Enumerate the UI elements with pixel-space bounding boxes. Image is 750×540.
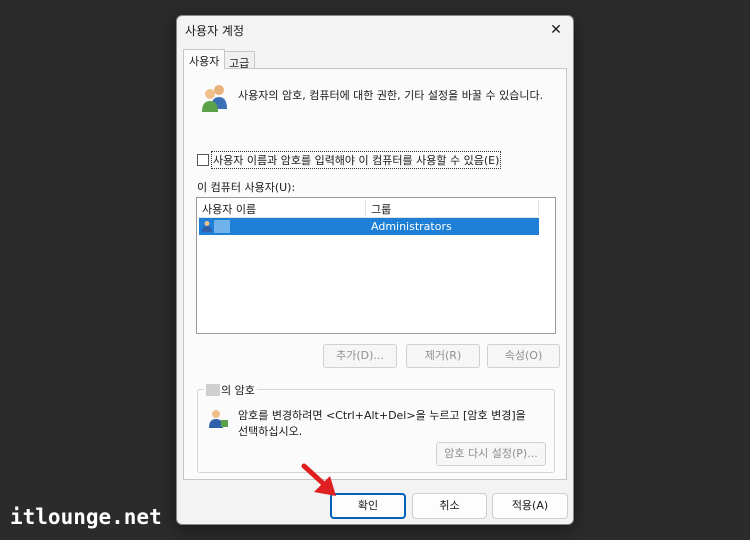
redacted-username <box>214 220 230 233</box>
password-groupbox: 의 암호 암호를 변경하려면 <Ctrl+Alt+Del>을 누르고 [암호 변… <box>197 382 555 473</box>
properties-button[interactable]: 속성(O) <box>487 344 560 368</box>
require-login-checkbox[interactable] <box>197 154 209 166</box>
user-password-icon <box>209 410 228 428</box>
users-listview[interactable]: 사용자 이름 그룹 Administrators <box>196 197 556 334</box>
close-icon[interactable]: ✕ <box>545 19 567 41</box>
reset-password-button[interactable]: 암호 다시 설정(P)... <box>436 442 546 466</box>
users-icon <box>202 85 227 112</box>
title-bar: 사용자 계정 ✕ <box>177 16 573 44</box>
require-login-row[interactable]: 사용자 이름과 암호를 입력해야 이 컴퓨터를 사용할 수 있음(E) <box>197 151 502 169</box>
tab-advanced[interactable]: 고급 <box>223 51 256 70</box>
column-divider[interactable] <box>538 200 539 216</box>
password-group-legend: 의 암호 <box>204 382 257 398</box>
apply-button[interactable]: 적용(A) <box>492 493 568 519</box>
user-icon <box>202 221 212 232</box>
column-divider[interactable] <box>365 200 366 216</box>
user-accounts-dialog: 사용자 계정 ✕ 사용자 고급 사용자의 암호, 컴퓨터에 대한 권한, 기타 … <box>176 15 574 525</box>
add-user-button[interactable]: 추가(D)... <box>323 344 397 368</box>
redacted-username-legend <box>206 384 220 396</box>
red-arrow-icon <box>301 463 336 496</box>
column-header-username[interactable]: 사용자 이름 <box>202 201 256 217</box>
watermark: itlounge.net <box>10 505 162 529</box>
require-login-label[interactable]: 사용자 이름과 암호를 입력해야 이 컴퓨터를 사용할 수 있음(E) <box>211 151 502 169</box>
column-header-group[interactable]: 그룹 <box>371 201 391 217</box>
cancel-button[interactable]: 취소 <box>412 493 487 519</box>
description-text: 사용자의 암호, 컴퓨터에 대한 권한, 기타 설정을 바꿀 수 있습니다. <box>238 89 544 102</box>
dialog-title: 사용자 계정 <box>185 24 245 38</box>
ok-button[interactable]: 확인 <box>330 493 406 519</box>
password-instructions: 암호를 변경하려면 <Ctrl+Alt+Del>을 누르고 [암호 변경]을 선… <box>238 409 526 438</box>
remove-user-button[interactable]: 제거(R) <box>406 344 480 368</box>
user-group-cell: Administrators <box>371 220 452 233</box>
users-list-label: 이 컴퓨터 사용자(U): <box>197 181 296 194</box>
users-tab-panel: 사용자의 암호, 컴퓨터에 대한 권한, 기타 설정을 바꿀 수 있습니다. 사… <box>183 68 567 480</box>
list-header: 사용자 이름 그룹 <box>197 198 539 218</box>
tab-users[interactable]: 사용자 <box>183 49 226 69</box>
table-row[interactable]: Administrators <box>199 218 539 235</box>
password-legend-text: 의 암호 <box>221 384 255 397</box>
